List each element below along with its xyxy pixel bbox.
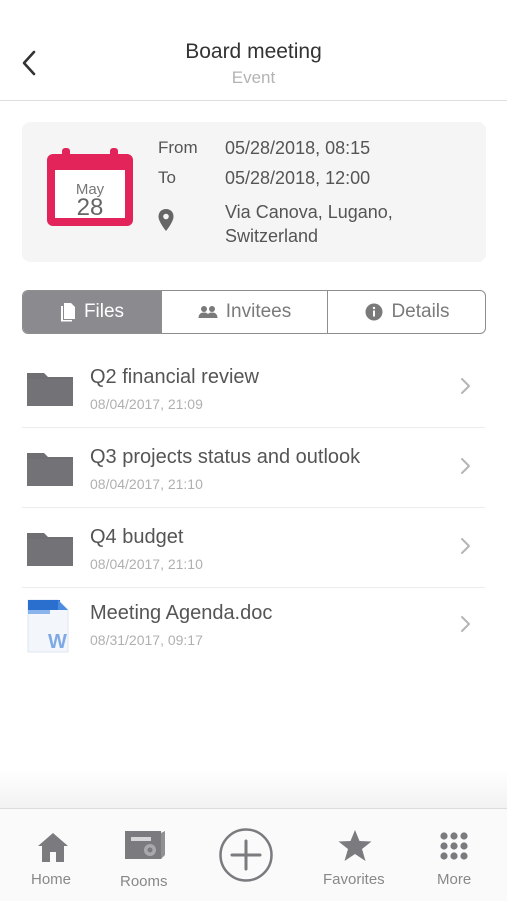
star-icon	[338, 830, 372, 861]
people-icon	[198, 306, 218, 318]
from-label: From	[158, 138, 198, 157]
header: Board meeting Event	[0, 0, 507, 101]
word-doc-icon: W	[27, 599, 69, 653]
event-info-card: May 28 From 05/28/2018, 08:15 To 05/28/2…	[22, 122, 486, 262]
home-icon	[38, 833, 68, 862]
chevron-right-icon	[461, 538, 470, 554]
to-label: To	[158, 168, 176, 187]
tab-files-label: Files	[83, 301, 125, 322]
location-line-1[interactable]: Via Canova, Lugano,	[225, 202, 393, 223]
location-line-2[interactable]: Switzerland	[225, 226, 318, 247]
location-pin-icon	[157, 208, 175, 237]
tab-details[interactable]: Details	[328, 291, 485, 333]
tab-favorites[interactable]: Favorites	[318, 809, 392, 901]
to-value: 05/28/2018, 12:00	[225, 168, 371, 188]
page-title: Board meeting	[185, 40, 322, 63]
tab-more-label: More	[437, 871, 472, 888]
file-date: 08/04/2017, 21:10	[90, 476, 203, 492]
file-date: 08/04/2017, 21:10	[90, 556, 203, 572]
grid-dots-icon	[440, 832, 468, 860]
tab-favorites-label: Favorites	[323, 871, 385, 888]
folder-icon	[27, 533, 73, 566]
file-list: Q2 financial review 08/04/2017, 21:09 Q3…	[0, 348, 507, 668]
file-name: Q3 projects status and outlook	[90, 446, 361, 468]
tab-invitees-label: Invitees	[225, 301, 292, 322]
tab-details-label: Details	[391, 301, 450, 322]
tab-home-label: Home	[31, 871, 72, 888]
calendar-day: 28	[76, 194, 104, 221]
file-name: Meeting Agenda.doc	[90, 602, 273, 624]
file-name: Q2 financial review	[90, 366, 259, 388]
folder-icon	[27, 453, 73, 486]
chevron-right-icon	[461, 378, 470, 394]
info-icon	[365, 303, 383, 321]
file-date: 08/04/2017, 21:09	[90, 396, 203, 412]
rooms-icon	[125, 831, 165, 859]
list-item[interactable]: W Meeting Agenda.doc 08/31/2017, 09:17	[0, 588, 507, 668]
from-value: 05/28/2018, 08:15	[225, 138, 371, 158]
page-subtitle: Event	[231, 68, 276, 87]
file-name: Q4 budget	[90, 526, 184, 548]
chevron-right-icon	[461, 458, 470, 474]
svg-text:W: W	[48, 631, 67, 653]
tab-rooms-label: Rooms	[120, 873, 168, 890]
tab-invitees[interactable]: Invitees	[162, 291, 328, 333]
file-date: 08/31/2017, 09:17	[90, 632, 203, 648]
list-item[interactable]: Q2 financial review 08/04/2017, 21:09	[0, 348, 507, 428]
chevron-right-icon	[461, 616, 470, 632]
tab-more[interactable]: More	[424, 809, 484, 901]
plus-circle-icon	[219, 828, 273, 882]
calendar-icon: May 28	[46, 148, 134, 228]
segmented-tabs: Files Invitees Details	[22, 290, 486, 334]
bottom-tab-bar: Home Rooms Favorites More	[0, 808, 507, 901]
folder-icon	[27, 373, 73, 406]
tab-home[interactable]: Home	[18, 809, 88, 901]
list-item[interactable]: Q4 budget 08/04/2017, 21:10	[0, 508, 507, 588]
file-icon	[60, 303, 75, 322]
tab-files[interactable]: Files	[23, 291, 162, 333]
add-button[interactable]	[218, 809, 274, 901]
list-item[interactable]: Q3 projects status and outlook 08/04/201…	[0, 428, 507, 508]
tab-rooms[interactable]: Rooms	[110, 809, 182, 901]
